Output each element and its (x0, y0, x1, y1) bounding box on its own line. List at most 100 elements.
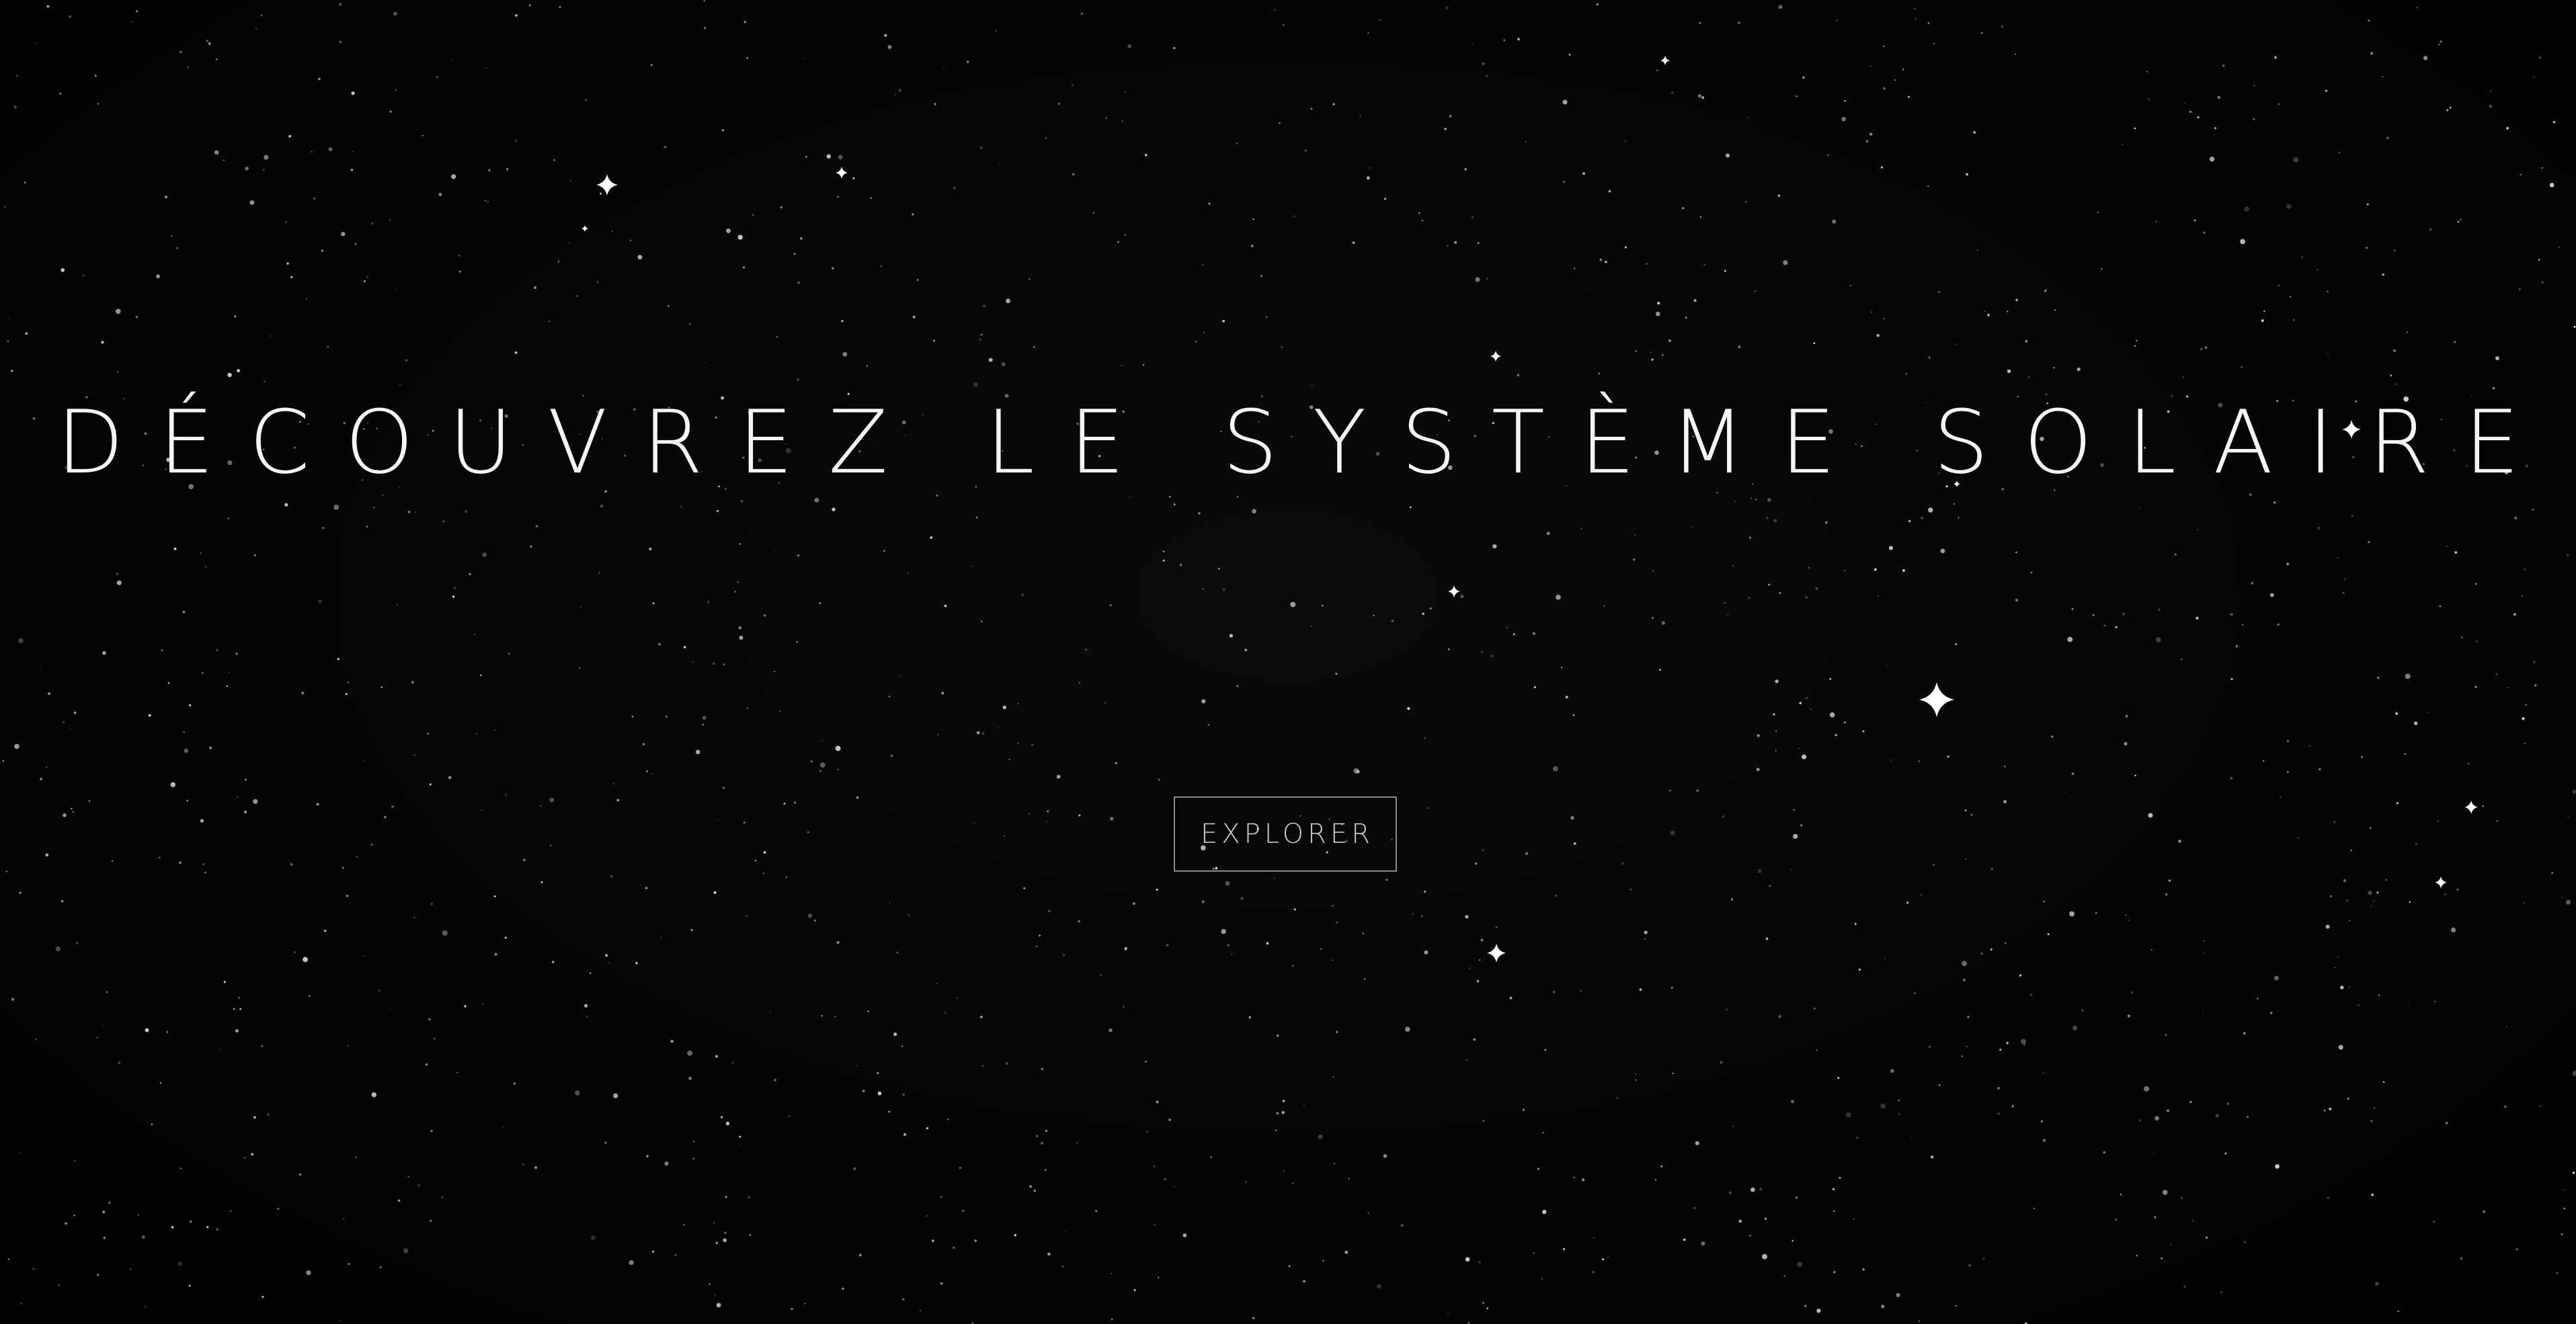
star-dot (2205, 346, 2208, 349)
star-dot (2203, 940, 2206, 942)
star-dot (1291, 964, 1294, 967)
star-dot (1063, 954, 1065, 956)
star-dot (333, 504, 339, 510)
star-dot (2413, 721, 2418, 725)
star-dot (1939, 1084, 1941, 1086)
star-dot (2333, 821, 2336, 823)
star-dot (966, 60, 969, 63)
star-dot (2134, 127, 2136, 130)
star-dot (475, 733, 478, 735)
star-dot (995, 30, 997, 32)
star-dot (96, 1274, 99, 1276)
star-dot (2005, 942, 2007, 944)
star-dot (1061, 1266, 1064, 1268)
star-dot (725, 1196, 727, 1198)
star-dot (2393, 249, 2396, 251)
star-dot (1311, 384, 1313, 387)
star-dot (1048, 909, 1051, 913)
star-dot (1367, 1212, 1369, 1214)
star-dot (233, 1007, 235, 1010)
star-dot (59, 92, 62, 95)
star-dot (1720, 1061, 1723, 1064)
star-dot (739, 543, 741, 545)
star-dot (877, 1091, 882, 1095)
star-dot (1783, 260, 1788, 265)
star-dot (743, 20, 747, 24)
star-dot (2573, 325, 2576, 328)
star-dot (1252, 218, 1254, 220)
star-dot (1793, 809, 1796, 811)
star-dot (2394, 712, 2399, 715)
star-dot (2015, 599, 2018, 602)
star-dot (1833, 1210, 1835, 1212)
star-dot (1965, 858, 1967, 860)
star-dot (1469, 967, 1471, 969)
star-dot (239, 1007, 242, 1010)
star-dot (739, 1136, 741, 1138)
star-dot (1656, 69, 1658, 71)
star-dot (116, 573, 119, 575)
star-dot (1174, 503, 1176, 505)
star-dot (1980, 952, 1983, 955)
star-dot (166, 1031, 169, 1033)
star-dot (2370, 52, 2374, 55)
star-dot (1495, 925, 1498, 929)
star-dot (90, 1078, 92, 1080)
star-dot (1124, 234, 1126, 236)
star-dot (488, 169, 491, 171)
star-dot (371, 1092, 376, 1098)
star-dot (1766, 517, 1768, 520)
star-dot (2069, 911, 2075, 917)
star-dot (469, 573, 471, 575)
star-dot (2489, 89, 2492, 92)
star-dot (1773, 713, 1775, 716)
star-dot (2565, 899, 2571, 905)
star-dot (2342, 591, 2345, 594)
star-dot (2162, 1190, 2168, 1195)
star-dot (65, 1222, 67, 1225)
star-dot (2125, 714, 2128, 718)
star-dot (1659, 669, 1661, 671)
star-dot (535, 525, 538, 528)
star-dot (350, 169, 354, 171)
star-dot (1827, 154, 1829, 157)
star-dot (1849, 284, 1852, 287)
star-dot (2181, 659, 2183, 661)
star-dot (776, 336, 778, 338)
star-dot (352, 151, 354, 153)
star-dot (8, 1258, 9, 1260)
star-dot (2539, 56, 2540, 58)
star-dot (1797, 1261, 1803, 1268)
star-dot (2340, 985, 2344, 990)
star-dot (1890, 759, 1892, 761)
star-dot (2343, 579, 2345, 581)
star-dot (1201, 699, 1206, 704)
star-dot (345, 693, 348, 696)
star-dot (2371, 1194, 2374, 1196)
star-dot (482, 1003, 484, 1005)
star-dot (71, 808, 73, 810)
explore-button[interactable]: EXPLORER (1174, 796, 1397, 872)
star-dot (890, 754, 893, 757)
star-dot (2235, 645, 2239, 648)
star-dot (175, 247, 179, 249)
star-dot (1367, 32, 1369, 34)
star-dot (1581, 1178, 1585, 1182)
star-dot (1447, 648, 1450, 651)
star-dot (605, 954, 608, 957)
star-dot (244, 810, 247, 814)
star-dot (1509, 997, 1513, 999)
star-dot (1556, 594, 1561, 600)
star-dot (226, 685, 229, 688)
star-dot (1829, 712, 1835, 718)
star-dot (704, 27, 706, 30)
star-dot (130, 1268, 131, 1270)
star-dot (1738, 21, 1740, 24)
sparkle-star-icon (2464, 800, 2478, 814)
star-dot (1734, 500, 1736, 503)
star-dot (2390, 374, 2392, 376)
star-dot (912, 213, 914, 216)
star-dot (2006, 1042, 2009, 1044)
star-dot (1962, 979, 1966, 982)
star-dot (2337, 956, 2339, 958)
